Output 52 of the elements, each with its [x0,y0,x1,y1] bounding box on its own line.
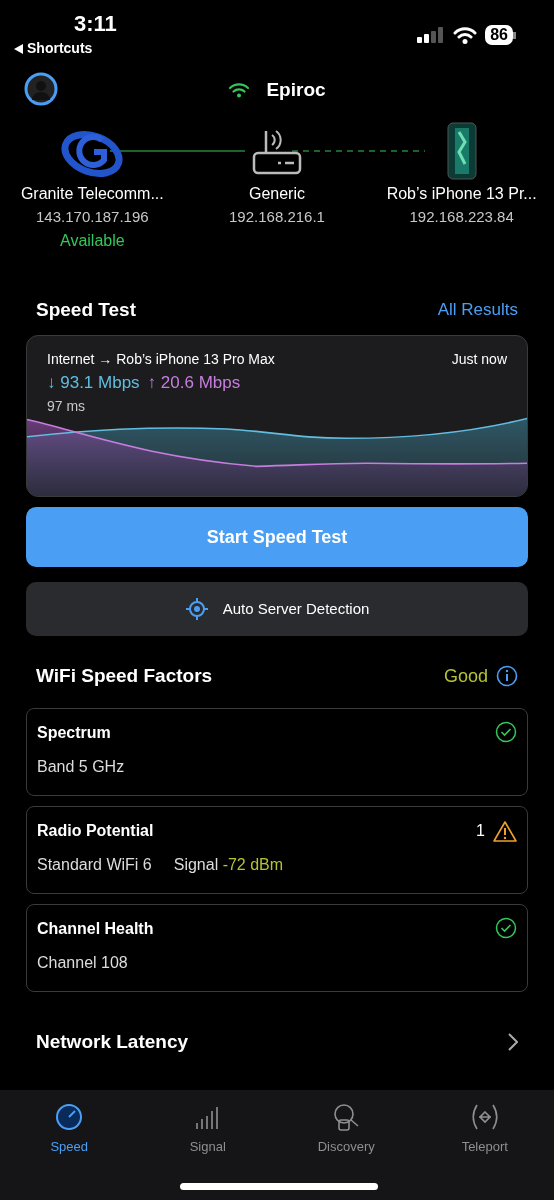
battery-cap-icon [513,31,516,39]
download-speed: ↓ 93.1 Mbps [47,372,140,394]
back-icon[interactable] [14,43,23,54]
factor-title: Channel Health [37,919,154,939]
detail-text: Signal -72 dBm [173,855,284,875]
detail-text: Standard WiFi 6 [37,855,152,875]
wifi-icon [228,82,251,98]
latency-value: 97 ms [47,396,87,416]
target-icon [184,597,209,621]
router-icon[interactable] [252,127,302,175]
section-title: Speed Test [36,297,136,322]
factor-title: Radio Potential [37,821,154,841]
tab-button[interactable]: Speed [0,1102,139,1160]
info-icon[interactable] [496,665,518,687]
tab-icon [332,1103,361,1131]
cellular-signal-icon [417,27,446,43]
rating-text: Good [443,664,488,688]
device-name: Generic [248,184,305,204]
ip-address: 143.170.187.196 [36,207,149,227]
ip-address: 192.168.223.84 [409,207,514,227]
result-time: Just now [451,350,507,369]
device-name: Rob’s iPhone 13 Pr... [386,184,537,204]
factor-title: Spectrum [37,723,111,743]
battery-level: 86 [485,25,513,45]
tab-button[interactable]: Teleport [415,1102,554,1160]
status-time: 3:11 [74,10,117,38]
section-title: WiFi Speed Factors [36,663,213,688]
tab-button[interactable]: Signal [138,1102,277,1160]
issue-count: 1 [476,821,485,841]
route-text: Internet → Rob’s iPhone 13 Pro Max [47,350,275,369]
upload-speed: ↑ 20.6 Mbps [147,372,241,394]
warning-icon [493,820,517,842]
check-icon [495,721,517,743]
all-results-link[interactable]: All Results [437,297,518,323]
detail-text: Channel 108 [37,953,128,973]
status-text: Available [60,230,125,251]
row-title: Network Latency [36,1029,189,1054]
wifi-icon [453,26,478,44]
tab-icon [470,1103,499,1131]
tab-button[interactable]: Discovery [277,1102,416,1160]
avatar-icon[interactable] [24,72,58,106]
phone-icon[interactable] [446,122,477,180]
device-name: Granite Telecomm... [20,184,164,204]
server-detection-button[interactable]: Auto Server Detection [26,582,528,636]
ip-address: 192.168.216.1 [229,207,325,227]
chevron-right-icon [508,1033,518,1051]
check-icon [495,917,517,939]
back-link[interactable]: Shortcuts [27,38,93,59]
latency-row[interactable]: Network Latency [26,1002,528,1082]
network-name: Epiroc [266,77,326,102]
tab-icon [55,1103,84,1131]
detail-text: Band 5 GHz [37,757,125,777]
